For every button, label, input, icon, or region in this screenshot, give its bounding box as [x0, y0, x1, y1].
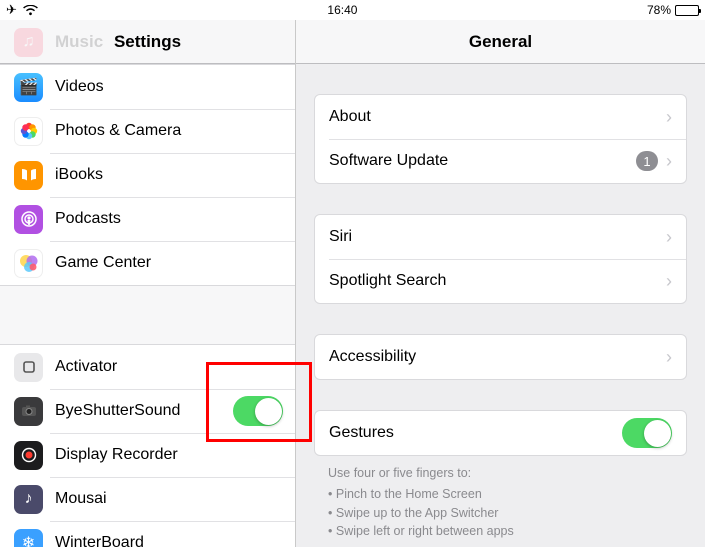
podcasts-icon — [14, 205, 43, 234]
sidebar-item-label: ByeShutterSound — [55, 402, 233, 420]
status-bar: ✈ 16:40 78% — [0, 0, 705, 20]
row-about[interactable]: About › — [315, 95, 686, 139]
sidebar-item-mousai[interactable]: ♪ Mousai — [0, 477, 295, 521]
detail-group-siri: Siri › Spotlight Search › — [314, 214, 687, 304]
activator-icon — [14, 353, 43, 382]
chevron-right-icon: › — [666, 227, 672, 248]
record-icon — [14, 441, 43, 470]
sidebar-item-label: Mousai — [55, 490, 283, 508]
row-label: Gestures — [329, 424, 622, 442]
airplane-icon: ✈ — [6, 2, 17, 18]
sidebar-item-podcasts[interactable]: Podcasts — [0, 197, 295, 241]
row-accessibility[interactable]: Accessibility › — [315, 335, 686, 379]
detail-group-about: About › Software Update 1 › — [314, 94, 687, 184]
sidebar-title: Settings — [114, 32, 181, 52]
sidebar-item-byeshuttersound[interactable]: ByeShutterSound — [0, 389, 295, 433]
row-label: Spotlight Search — [329, 272, 660, 290]
detail-title: General — [469, 32, 532, 52]
sidebar-item-photos[interactable]: Photos & Camera — [0, 109, 295, 153]
row-label: About — [329, 108, 660, 126]
chevron-right-icon: › — [666, 347, 672, 368]
ibooks-icon — [14, 161, 43, 190]
photos-icon — [14, 117, 43, 146]
gestures-footer: Use four or five fingers to: Pinch to th… — [314, 456, 687, 541]
music-icon: ♫ — [14, 28, 43, 57]
sidebar-item-label: Activator — [55, 358, 283, 376]
row-gestures[interactable]: Gestures — [315, 411, 686, 455]
sidebar-item-label: Podcasts — [55, 210, 283, 228]
byeshuttersound-toggle[interactable] — [233, 396, 283, 426]
battery-percent: 78% — [647, 3, 671, 17]
sidebar-item-ibooks[interactable]: iBooks — [0, 153, 295, 197]
row-label: Software Update — [329, 152, 636, 170]
sidebar-item-activator[interactable]: Activator — [0, 345, 295, 389]
battery-icon — [675, 5, 699, 16]
row-label: Accessibility — [329, 348, 660, 366]
gestures-toggle[interactable] — [622, 418, 672, 448]
mousai-icon: ♪ — [14, 485, 43, 514]
sidebar-group-tweaks: Activator ByeShutterSound Display Rec — [0, 344, 295, 547]
sidebar-item-label: Photos & Camera — [55, 122, 283, 140]
videos-icon: 🎬 — [14, 73, 43, 102]
sidebar-item-label: WinterBoard — [55, 534, 283, 547]
sidebar-item-gamecenter[interactable]: Game Center — [0, 241, 295, 285]
settings-window: ✈ 16:40 78% ♫ Music Settings — [0, 0, 705, 547]
wifi-icon — [23, 5, 38, 16]
snowflake-icon: ❄ — [14, 529, 43, 547]
row-label: Siri — [329, 228, 660, 246]
gamecenter-icon — [14, 249, 43, 278]
detail-group-accessibility: Accessibility › — [314, 334, 687, 380]
sidebar-item-winterboard[interactable]: ❄ WinterBoard — [0, 521, 295, 547]
settings-sidebar: ♫ Music Settings 🎬 Videos — [0, 20, 296, 547]
detail-pane: General About › Software Update 1 › — [296, 20, 705, 547]
sidebar-item-label: Videos — [55, 78, 283, 96]
update-badge: 1 — [636, 151, 658, 171]
row-siri[interactable]: Siri › — [315, 215, 686, 259]
status-time: 16:40 — [327, 3, 357, 17]
sidebar-item-label: Display Recorder — [55, 446, 283, 464]
row-spotlight[interactable]: Spotlight Search › — [315, 259, 686, 303]
sidebar-item-label: iBooks — [55, 166, 283, 184]
detail-header: General — [296, 20, 705, 64]
chevron-right-icon: › — [666, 271, 672, 292]
chevron-right-icon: › — [666, 151, 672, 172]
detail-group-gestures: Gestures — [314, 410, 687, 456]
camera-icon — [14, 397, 43, 426]
sidebar-group-apps: 🎬 Videos Photos & Camera iBooks — [0, 64, 295, 286]
sidebar-item-videos[interactable]: 🎬 Videos — [0, 65, 295, 109]
side-switch-section-label: USE SIDE SWITCH TO: — [314, 541, 687, 547]
sidebar-item-label: Game Center — [55, 254, 283, 272]
row-software-update[interactable]: Software Update 1 › — [315, 139, 686, 183]
chevron-right-icon: › — [666, 107, 672, 128]
sidebar-item-displayrecorder[interactable]: Display Recorder — [0, 433, 295, 477]
sidebar-header: ♫ Music Settings — [0, 20, 295, 64]
